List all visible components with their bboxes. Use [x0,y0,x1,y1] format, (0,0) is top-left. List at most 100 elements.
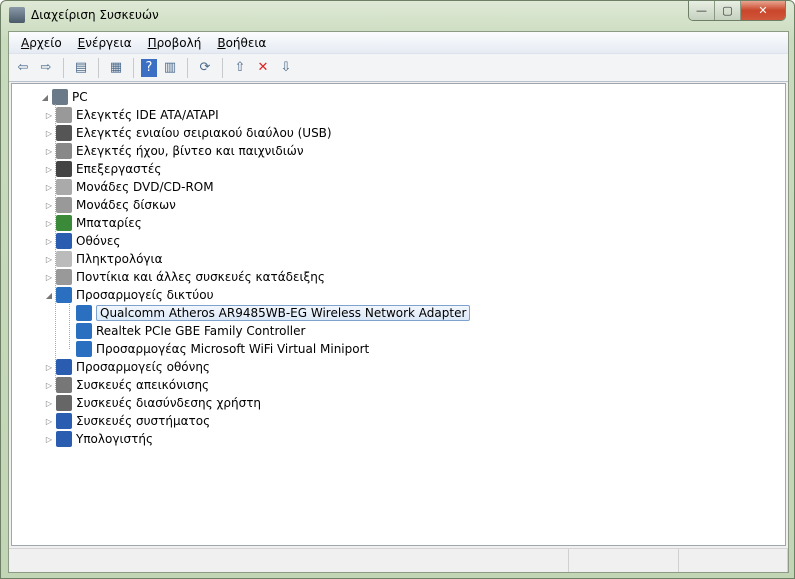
menu-accel-key: Β [217,35,226,50]
device-category-icon [56,197,72,213]
tree-root[interactable]: ◢ PC [40,88,88,106]
toolbar-separator [222,57,223,78]
menu-accel-key: Α [21,35,30,50]
show-hide-console-tree-button[interactable]: ▤ [71,58,91,78]
device-category-icon [56,179,72,195]
tree-item-label: Επεξεργαστές [76,162,162,176]
window-title: Διαχείριση Συσκευών [31,8,159,22]
expand-arrow-icon[interactable]: ▷ [44,111,54,120]
expand-arrow-icon[interactable]: ▷ [44,219,54,228]
disable-button[interactable]: ⇩ [276,58,296,78]
expand-arrow-icon[interactable]: ▷ [44,129,54,138]
device-category-icon [56,377,72,393]
action-pane-icon: ▥ [163,60,177,75]
expand-arrow-icon[interactable]: ▷ [44,417,54,426]
tree-item-label: Προσαρμογείς οθόνης [76,360,210,374]
back-button[interactable]: ⇦ [13,58,33,78]
forward-button[interactable]: ⇨ [36,58,56,78]
action-pane-button[interactable]: ▥ [160,58,180,78]
collapse-arrow-icon[interactable]: ◢ [44,291,54,300]
tree-category[interactable]: ▷ Μονάδες DVD/CD-ROM [44,178,214,196]
tree-device[interactable]: Qualcomm Atheros AR9485WB-EG Wireless Ne… [64,304,471,322]
collapse-arrow-icon[interactable]: ◢ [40,93,50,102]
menu-item[interactable]: Ενέργεια [70,36,140,50]
expand-arrow-icon[interactable]: ▷ [44,165,54,174]
back-icon: ⇦ [17,60,29,75]
help-button[interactable]: ? [141,58,157,77]
toolbar: ⇦ ⇨ ▤ ▦? ▥ ⟳ ⇧ ✕ ⇩ [9,54,788,82]
device-manager-icon [9,7,25,23]
help-icon: ? [145,60,153,75]
tree-category[interactable]: ▷ Μονάδες δίσκων [44,196,176,214]
menu-accel-key: Π [147,35,157,50]
tree-category[interactable]: ▷ Ελεγκτές ήχου, βίντεο και παιχνιδιών [44,142,304,160]
scan-hardware-button[interactable]: ⟳ [195,58,215,78]
device-category-icon [76,341,92,357]
tree-category[interactable]: ▷ Μπαταρίες [44,214,142,232]
uninstall-button[interactable]: ✕ [253,58,273,78]
tree-category[interactable]: ◢ Προσαρμογείς δικτύου [44,286,214,304]
device-category-icon [56,215,72,231]
status-pane [9,549,569,572]
menu-item[interactable]: Προβολή [140,36,210,50]
computer-icon [52,89,68,105]
tree-item-label: Qualcomm Atheros AR9485WB-EG Wireless Ne… [96,305,471,321]
tree-category[interactable]: ▷ Επεξεργαστές [44,160,161,178]
tree-category[interactable]: ▷ Συσκευές διασύνδεσης χρήστη [44,394,261,412]
properties-button[interactable]: ▦ [106,58,126,78]
toolbar-separator [98,57,99,78]
menu-item[interactable]: Αρχείο [13,36,70,50]
expand-arrow-icon[interactable]: ▷ [44,255,54,264]
maximize-button[interactable]: ▢ [715,1,741,20]
device-category-icon [56,431,72,447]
status-bar [9,548,788,572]
tree-category[interactable]: ▷ Συσκευές απεικόνισης [44,376,209,394]
tree-category[interactable]: ▷ Ποντίκια και άλλες συσκευές κατάδειξης [44,268,325,286]
close-button[interactable]: ✕ [741,1,785,20]
menu-label: ροβολή [156,35,202,50]
show-hide-console-tree-icon: ▤ [74,60,88,75]
device-tree[interactable]: ◢ PC ▷ Ελεγκτές IDE ATA/ATAPI ▷ Ελεγκτές ενια… [11,83,786,546]
expand-arrow-icon[interactable]: ▷ [44,381,54,390]
menu-bar: Αρχείο Ενέργεια Προβολή Βοήθεια [9,32,788,54]
tree-category[interactable]: ▷ Πληκτρολόγια [44,250,163,268]
tree-item-label: Συσκευές απεικόνισης [76,378,210,392]
device-category-icon [56,413,72,429]
expand-arrow-icon[interactable]: ▷ [44,435,54,444]
status-pane [569,549,679,572]
expand-arrow-icon[interactable]: ▷ [44,147,54,156]
device-category-icon [56,125,72,141]
tree-category[interactable]: ▷ Προσαρμογείς οθόνης [44,358,210,376]
tree-category[interactable]: ▷ Ελεγκτές ενιαίου σειριακού διαύλου (USB… [44,124,332,142]
menu-label: οήθεια [225,35,267,50]
tree-item-label: Συσκευές διασύνδεσης χρήστη [76,396,262,410]
device-category-icon [56,269,72,285]
tree-category[interactable]: ▷ Υπολογιστής [44,430,153,448]
properties-icon: ▦ [109,60,123,75]
tree-item-label: Ελεγκτές IDE ATA/ATAPI [76,108,219,122]
tree-item-label: Μονάδες DVD/CD-ROM [76,180,214,194]
tree-category[interactable]: ▷ Ελεγκτές IDE ATA/ATAPI [44,106,219,124]
expand-arrow-icon[interactable]: ▷ [44,201,54,210]
minimize-button[interactable]: — [689,1,715,20]
expand-arrow-icon[interactable]: ▷ [44,183,54,192]
tree-device[interactable]: Προσαρμογέας Microsoft WiFi Virtual Mini… [64,340,369,358]
tree-category[interactable]: ▷ Οθόνες [44,232,120,250]
expand-arrow-icon[interactable]: ▷ [44,237,54,246]
tree-item-label: Οθόνες [76,234,121,248]
device-category-icon [76,323,92,339]
tree-category[interactable]: ▷ Συσκευές συστήματος [44,412,210,430]
tree-item-label: Συσκευές συστήματος [76,414,211,428]
tree-item-label: Ποντίκια και άλλες συσκευές κατάδειξης [76,270,325,284]
menu-item[interactable]: Βοήθεια [209,36,274,50]
scan-hardware-icon: ⟳ [199,60,211,75]
update-driver-icon: ⇧ [234,60,246,75]
tree-device[interactable]: Realtek PCIe GBE Family Controller [64,322,305,340]
expand-arrow-icon[interactable]: ▷ [44,399,54,408]
expand-arrow-icon[interactable]: ▷ [44,363,54,372]
device-category-icon [56,107,72,123]
expand-arrow-icon[interactable]: ▷ [44,273,54,282]
toolbar-separator [187,57,188,78]
update-driver-button[interactable]: ⇧ [230,58,250,78]
device-category-icon [56,287,72,303]
